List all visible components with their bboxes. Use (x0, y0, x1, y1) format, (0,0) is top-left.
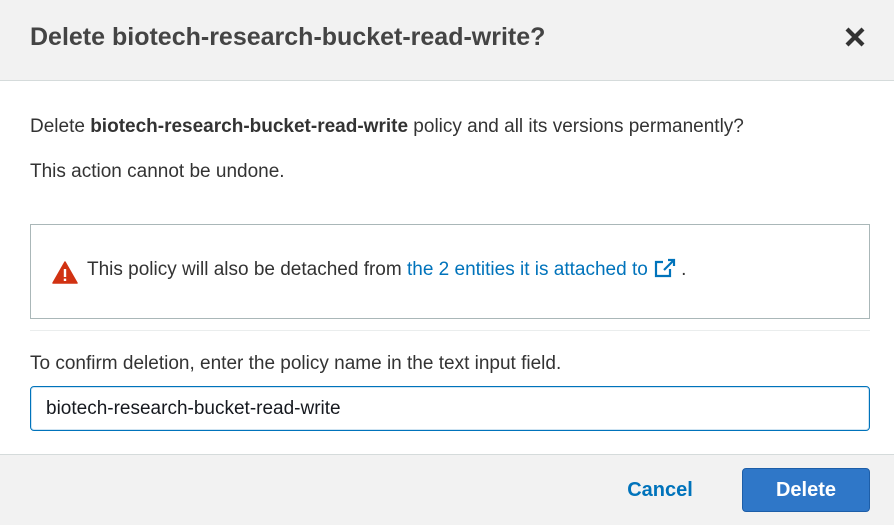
policy-name-input[interactable] (30, 386, 870, 431)
close-icon (845, 27, 865, 47)
close-button[interactable] (842, 24, 868, 50)
delete-policy-dialog: Delete biotech-research-bucket-read-writ… (0, 0, 894, 525)
alert-suffix: . (675, 259, 687, 280)
section-divider (30, 330, 870, 331)
attached-entities-link-text: the 2 entities it is attached to (406, 259, 648, 280)
message-suffix: policy and all its versions permanently? (408, 116, 744, 137)
warning-icon (52, 261, 78, 284)
confirm-label: To confirm deletion, enter the policy na… (30, 353, 562, 374)
alert-message: This policy will also be detached from t… (87, 258, 686, 282)
delete-button[interactable]: Delete (742, 468, 870, 512)
dialog-footer: Cancel Delete (0, 454, 894, 525)
policy-name: biotech-research-bucket-read-write (90, 116, 409, 137)
cancel-button[interactable]: Cancel (610, 468, 710, 512)
detach-warning-alert: This policy will also be detached from t… (30, 224, 870, 319)
dialog-header: Delete biotech-research-bucket-read-writ… (0, 0, 894, 81)
alert-prefix: This policy will also be detached from (87, 259, 407, 280)
attached-entities-link[interactable]: the 2 entities it is attached to (406, 258, 676, 280)
dialog-title: Delete biotech-research-bucket-read-writ… (30, 23, 546, 51)
message-prefix: Delete (30, 116, 91, 137)
delete-confirmation-message: Delete biotech-research-bucket-read-writ… (30, 115, 744, 139)
undo-warning-text: This action cannot be undone. (30, 161, 285, 182)
external-link-icon (654, 258, 675, 278)
